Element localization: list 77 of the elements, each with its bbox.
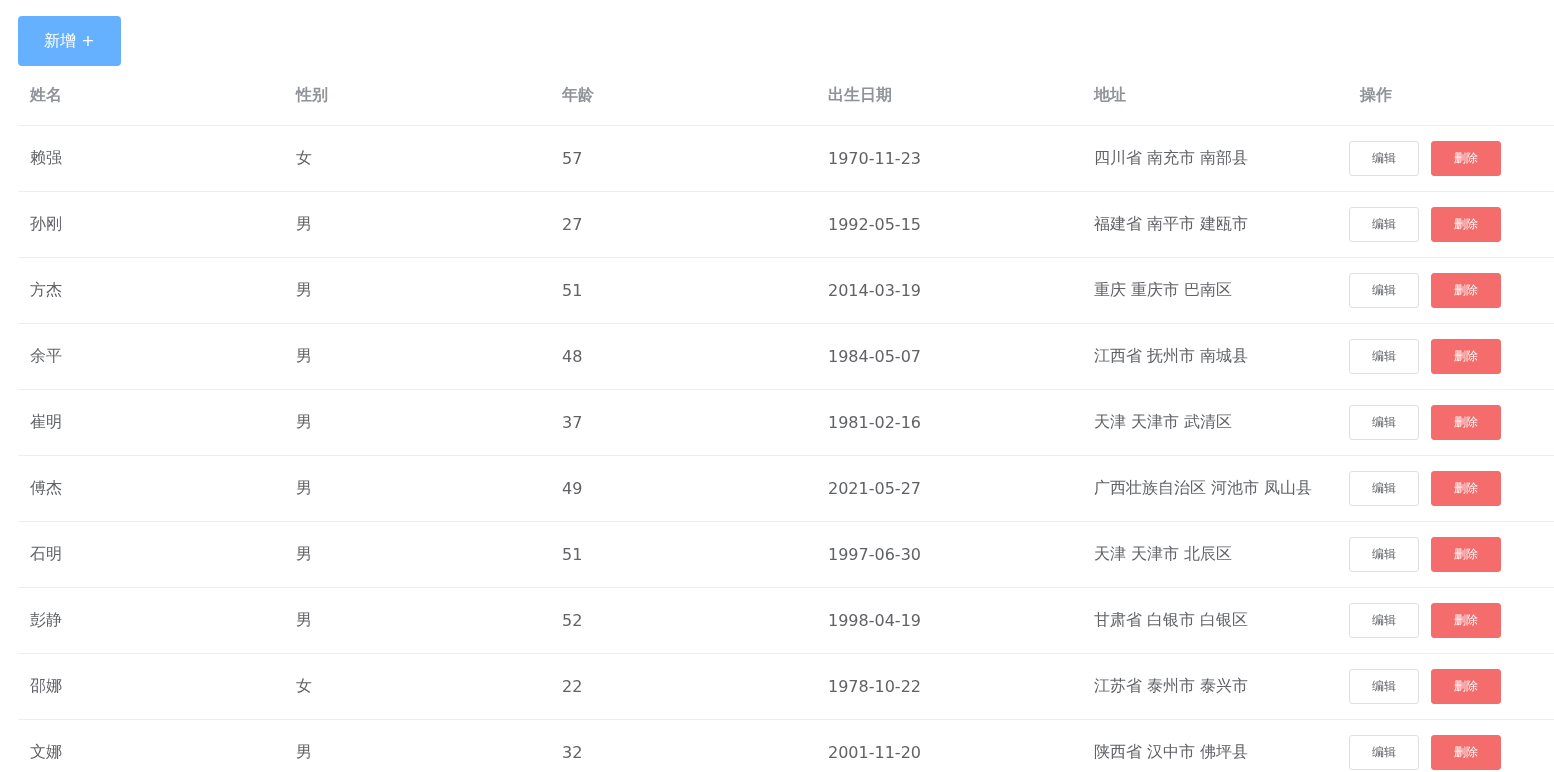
table-cell: 赖强 bbox=[30, 148, 62, 169]
table-cell: 49 bbox=[562, 479, 583, 498]
delete-button[interactable]: 删除 bbox=[1431, 141, 1501, 176]
table-cell: 57 bbox=[562, 149, 583, 168]
edit-button[interactable]: 编辑 bbox=[1349, 141, 1419, 176]
table-cell: 1981-02-16 bbox=[828, 413, 921, 432]
table-cell: 1997-06-30 bbox=[828, 545, 921, 564]
edit-button[interactable]: 编辑 bbox=[1349, 735, 1419, 770]
table-cell: 四川省 南充市 南部县 bbox=[1094, 148, 1249, 169]
delete-button[interactable]: 删除 bbox=[1431, 603, 1501, 638]
table-cell: 福建省 南平市 建瓯市 bbox=[1094, 214, 1249, 235]
table-cell: 重庆 重庆市 巴南区 bbox=[1094, 280, 1233, 301]
table-cell: 52 bbox=[562, 611, 583, 630]
table-cell: 男 bbox=[296, 280, 312, 301]
column-header: 操作 bbox=[1360, 85, 1392, 106]
table-cell: 37 bbox=[562, 413, 583, 432]
delete-button[interactable]: 删除 bbox=[1431, 273, 1501, 308]
table-cell: 男 bbox=[296, 412, 312, 433]
table-cell: 男 bbox=[296, 478, 312, 499]
column-header: 地址 bbox=[1094, 85, 1126, 106]
table-cell: 傅杰 bbox=[30, 478, 62, 499]
table-cell: 男 bbox=[296, 214, 312, 235]
delete-button[interactable]: 删除 bbox=[1431, 669, 1501, 704]
table-cell: 文娜 bbox=[30, 742, 62, 763]
edit-button[interactable]: 编辑 bbox=[1349, 669, 1419, 704]
table-cell: 48 bbox=[562, 347, 583, 366]
table-cell: 陕西省 汉中市 佛坪县 bbox=[1094, 742, 1249, 763]
column-header: 出生日期 bbox=[828, 85, 892, 106]
edit-button[interactable]: 编辑 bbox=[1349, 207, 1419, 242]
table-cell: 男 bbox=[296, 544, 312, 565]
edit-button[interactable]: 编辑 bbox=[1349, 405, 1419, 440]
edit-button[interactable]: 编辑 bbox=[1349, 537, 1419, 572]
table-cell: 1984-05-07 bbox=[828, 347, 921, 366]
table-cell: 男 bbox=[296, 610, 312, 631]
table-cell: 余平 bbox=[30, 346, 62, 367]
delete-button[interactable]: 删除 bbox=[1431, 207, 1501, 242]
table-cell: 1978-10-22 bbox=[828, 677, 921, 696]
table-cell: 广西壮族自治区 河池市 凤山县 bbox=[1094, 478, 1313, 499]
edit-button[interactable]: 编辑 bbox=[1349, 273, 1419, 308]
table-cell: 方杰 bbox=[30, 280, 62, 301]
delete-button[interactable]: 删除 bbox=[1431, 537, 1501, 572]
table-cell: 32 bbox=[562, 743, 583, 762]
table-cell: 2014-03-19 bbox=[828, 281, 921, 300]
delete-button[interactable]: 删除 bbox=[1431, 405, 1501, 440]
add-button[interactable]: 新增 + bbox=[18, 16, 121, 66]
table-cell: 男 bbox=[296, 346, 312, 367]
table-cell: 天津 天津市 北辰区 bbox=[1094, 544, 1233, 565]
table-cell: 1998-04-19 bbox=[828, 611, 921, 630]
table-cell: 女 bbox=[296, 676, 312, 697]
table-cell: 崔明 bbox=[30, 412, 62, 433]
table-cell: 天津 天津市 武清区 bbox=[1094, 412, 1233, 433]
table-cell: 2001-11-20 bbox=[828, 743, 921, 762]
table-cell: 石明 bbox=[30, 544, 62, 565]
table-cell: 51 bbox=[562, 545, 583, 564]
table-cell: 江西省 抚州市 南城县 bbox=[1094, 346, 1249, 367]
delete-button[interactable]: 删除 bbox=[1431, 471, 1501, 506]
table-cell: 邵娜 bbox=[30, 676, 62, 697]
column-header: 年龄 bbox=[562, 85, 594, 106]
table-cell: 1992-05-15 bbox=[828, 215, 921, 234]
table-cell: 彭静 bbox=[30, 610, 62, 631]
table-cell: 江苏省 泰州市 泰兴市 bbox=[1094, 676, 1249, 697]
delete-button[interactable]: 删除 bbox=[1431, 339, 1501, 374]
edit-button[interactable]: 编辑 bbox=[1349, 339, 1419, 374]
table-cell: 甘肃省 白银市 白银区 bbox=[1094, 610, 1249, 631]
delete-button[interactable]: 删除 bbox=[1431, 735, 1501, 770]
edit-button[interactable]: 编辑 bbox=[1349, 471, 1419, 506]
table-cell: 女 bbox=[296, 148, 312, 169]
table-cell: 27 bbox=[562, 215, 583, 234]
table-cell: 2021-05-27 bbox=[828, 479, 921, 498]
table-cell: 孙刚 bbox=[30, 214, 62, 235]
table-cell: 51 bbox=[562, 281, 583, 300]
table-cell: 1970-11-23 bbox=[828, 149, 921, 168]
table-cell: 男 bbox=[296, 742, 312, 763]
table-cell: 22 bbox=[562, 677, 583, 696]
column-header: 性别 bbox=[296, 85, 328, 106]
column-header: 姓名 bbox=[30, 85, 62, 106]
edit-button[interactable]: 编辑 bbox=[1349, 603, 1419, 638]
